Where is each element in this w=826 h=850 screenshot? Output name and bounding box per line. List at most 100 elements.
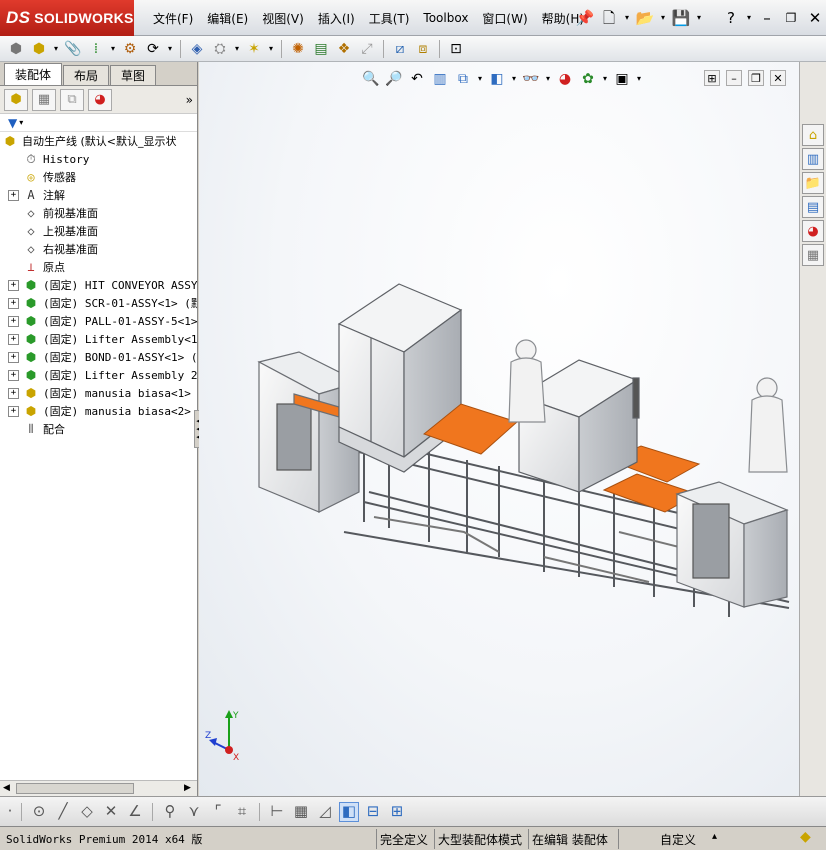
interference-detection-icon[interactable]: ⧄	[390, 39, 410, 59]
solidworks-resources-icon[interactable]: ⌂	[802, 124, 824, 146]
minimize-icon[interactable]: –	[756, 8, 778, 28]
expand-toggle-icon[interactable]	[8, 244, 19, 255]
expand-toggle-icon[interactable]: +	[8, 333, 19, 345]
help-icon[interactable]: ?	[720, 8, 742, 28]
close-icon[interactable]: ✕	[770, 70, 786, 86]
polygon-icon[interactable]: ◇	[77, 802, 97, 822]
dropdown-arrow-icon[interactable]: ▾	[109, 39, 117, 59]
dropdown-arrow-icon[interactable]: ▾	[622, 8, 632, 28]
dropdown-arrow-icon[interactable]: ▾	[267, 39, 275, 59]
expand-toggle-icon[interactable]: +	[8, 315, 19, 327]
dropdown-arrow-icon[interactable]: ▾	[166, 39, 174, 59]
tree-node[interactable]: ◇ 前视基准面	[8, 204, 197, 222]
clearance-verification-icon[interactable]: ⧈	[413, 39, 433, 59]
dropdown-arrow-icon[interactable]: ▾	[601, 70, 609, 88]
tab-assembly[interactable]: 装配体	[4, 63, 63, 85]
construction-icon[interactable]: ⌗	[232, 802, 252, 822]
design-library-icon[interactable]: ▥	[802, 148, 824, 170]
file-explorer-icon[interactable]: 📁	[802, 172, 824, 194]
section-view-icon[interactable]: ▥	[430, 70, 450, 88]
tree-node[interactable]: ◇ 右视基准面	[8, 240, 197, 258]
scroll-thumb[interactable]	[16, 783, 134, 794]
expand-toggle-icon[interactable]	[8, 226, 19, 237]
corner-icon[interactable]: ⌜	[208, 802, 228, 822]
expand-toggle-icon[interactable]: +	[8, 279, 19, 291]
tree-node[interactable]: + ⬢ (固定) Lifter Assembly 2nd	[8, 366, 197, 384]
menu-edit[interactable]: 编辑(E)	[200, 10, 255, 27]
show-hidden-icon[interactable]: ◈	[187, 39, 207, 59]
tree-node[interactable]: + ⬢ (固定) SCR-01-ASSY<1> (默认	[8, 294, 197, 312]
menu-view[interactable]: 视图(V)	[255, 10, 311, 27]
dropdown-arrow-icon[interactable]: ▾	[635, 70, 643, 88]
display-style-icon[interactable]: ◧	[487, 70, 507, 88]
menu-file[interactable]: 文件(F)	[146, 10, 200, 27]
apply-scene-icon[interactable]: ✿	[578, 70, 598, 88]
graphics-area[interactable]: 🔍 🔎 ↶ ▥ ⧉ ▾ ◧ ▾ 👓 ▾ ◕ ✿ ▾ ▣ ▾ ⊞ – ❐ ✕ Y …	[199, 62, 799, 796]
tree-node[interactable]: + ⬢ (固定) manusia biasa<1> (默	[8, 384, 197, 402]
appearances-icon[interactable]: ◕	[802, 220, 824, 242]
menu-tools[interactable]: 工具(T)	[362, 10, 417, 27]
solidworks-logo[interactable]: DS SOLIDWORKS	[0, 0, 134, 36]
tab-sketch[interactable]: 草图	[110, 65, 157, 85]
tree-node[interactable]: ⏱ History	[8, 150, 197, 168]
tree-root-assembly[interactable]: ⬢ 自动生产线 (默认<默认_显示状	[2, 132, 197, 150]
more-tabs-icon[interactable]: »	[186, 93, 193, 107]
tree-node[interactable]: + ⬢ (固定) manusia biasa<2> (默	[8, 402, 197, 420]
tree-node[interactable]: ◇ 上视基准面	[8, 222, 197, 240]
close-icon[interactable]: ✕	[804, 8, 826, 28]
move-component-icon[interactable]: ⟳	[143, 39, 163, 59]
menu-window[interactable]: 窗口(W)	[475, 10, 534, 27]
custom-properties-icon[interactable]: ▦	[802, 244, 824, 266]
expand-toggle-icon[interactable]: +	[8, 189, 19, 201]
tree-node[interactable]: ⊥ 原点	[8, 258, 197, 276]
dropdown-arrow-icon[interactable]: ▾	[52, 39, 60, 59]
mate-icon[interactable]: 📎	[63, 39, 83, 59]
tree-node[interactable]: ⫴ 配合	[8, 420, 197, 438]
view-palette-icon[interactable]: ▤	[802, 196, 824, 218]
assembly-3d-model[interactable]	[199, 62, 799, 796]
tree-node[interactable]: + ⬢ (固定) Lifter Assembly<1>	[8, 330, 197, 348]
bill-of-materials-icon[interactable]: ▤	[311, 39, 331, 59]
save-icon[interactable]: 💾	[670, 8, 692, 28]
tree-node[interactable]: + ⬢ (固定) BOND-01-ASSY<1> (默	[8, 348, 197, 366]
instant3d-icon[interactable]: ⊡	[446, 39, 466, 59]
dropdown-arrow-icon[interactable]: ▾	[19, 118, 23, 127]
expand-toggle-icon[interactable]: +	[8, 297, 19, 309]
linear-pattern-icon[interactable]: ⁞	[86, 39, 106, 59]
display-manager-icon[interactable]: ◕	[88, 88, 112, 111]
tree-node[interactable]: + A 注解	[8, 186, 197, 204]
explode-line-sketch-icon[interactable]: ⤢	[357, 39, 377, 59]
view-orientation-icon[interactable]: ⧉	[453, 70, 473, 88]
feature-manager-tree-icon[interactable]: ⬢	[4, 88, 28, 111]
dropdown-arrow-icon[interactable]: ▾	[476, 70, 484, 88]
expand-toggle-icon[interactable]	[8, 262, 19, 273]
assembly-features-icon[interactable]: ⛭	[210, 39, 230, 59]
hide-show-items-icon[interactable]: 👓	[521, 70, 541, 88]
zoom-to-fit-icon[interactable]: 🔍	[361, 70, 381, 88]
menu-toolbox[interactable]: Toolbox	[416, 11, 475, 25]
expand-toggle-icon[interactable]: +	[8, 405, 19, 417]
expand-toggle-icon[interactable]	[8, 424, 19, 435]
open-folder-icon[interactable]: 📂	[634, 8, 656, 28]
configuration-manager-icon[interactable]: ⧉	[60, 88, 84, 111]
tree-node[interactable]: + ⬢ (固定) HIT CONVEYOR ASSY<	[8, 276, 197, 294]
dropdown-arrow-icon[interactable]: ▾	[694, 8, 704, 28]
scroll-left-icon[interactable]: ◀	[3, 783, 10, 793]
angle-icon[interactable]: ∠	[125, 802, 145, 822]
new-motion-study-icon[interactable]: ✺	[288, 39, 308, 59]
status-custom[interactable]: 自定义	[660, 831, 696, 848]
smart-fasteners-icon[interactable]: ⚙	[120, 39, 140, 59]
dropdown-arrow-icon[interactable]: ▾	[510, 70, 518, 88]
filter-icon[interactable]: ▼	[8, 116, 17, 130]
tree-node[interactable]: + ⬢ (固定) PALL-01-ASSY-5<1>	[8, 312, 197, 330]
property-manager-icon[interactable]: ▦	[32, 88, 56, 111]
window-split-grid-icon[interactable]: ⊞	[387, 802, 407, 822]
restore-icon[interactable]: ❐	[780, 8, 802, 28]
status-custom-arrow[interactable]: ▴	[712, 831, 717, 842]
expand-toggle-icon[interactable]: +	[8, 351, 19, 363]
dropdown-arrow-icon[interactable]: ▾	[544, 70, 552, 88]
previous-view-icon[interactable]: ↶	[407, 70, 427, 88]
view-settings-icon[interactable]: ▣	[612, 70, 632, 88]
expand-toggle-icon[interactable]	[8, 208, 19, 219]
tree-node[interactable]: ◎ 传感器	[8, 168, 197, 186]
